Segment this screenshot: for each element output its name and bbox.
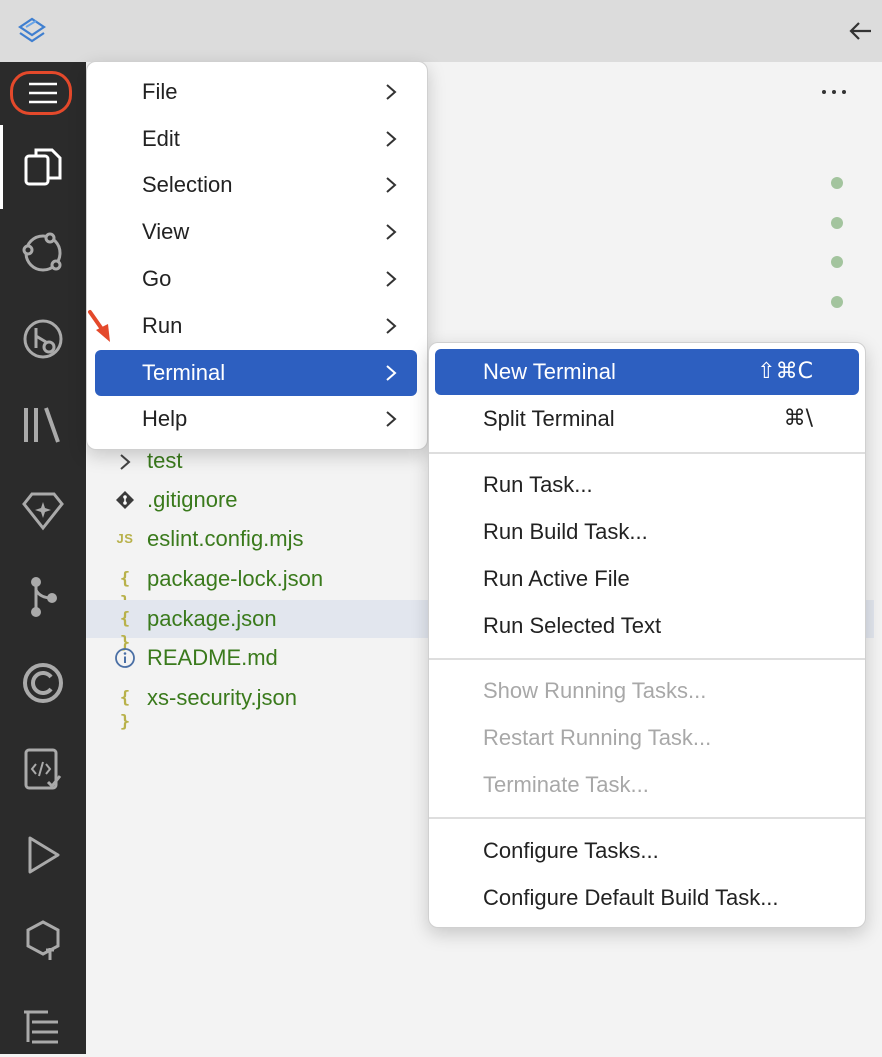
chevron-right-icon <box>120 454 131 470</box>
menu-item-configure-default-build-task[interactable]: Configure Default Build Task... <box>435 875 859 921</box>
menu-item-label: Restart Running Task... <box>483 725 712 750</box>
menu-item-label: Configure Default Build Task... <box>483 885 779 910</box>
menu-item-run-task[interactable]: Run Task... <box>435 462 859 508</box>
chevron-right-icon <box>386 131 397 147</box>
json-file-icon: { } <box>119 569 131 613</box>
red-arrow-annotation <box>88 310 110 342</box>
menu-item-label: Go <box>142 266 172 291</box>
menu-item-label: Edit <box>142 126 180 151</box>
menu-item-show-running-tasks: Show Running Tasks... <box>435 668 859 714</box>
menu-item-run-selected-text[interactable]: Run Selected Text <box>435 603 859 649</box>
menu-item-terminate-task: Terminate Task... <box>435 762 859 808</box>
menu-item-help[interactable]: Help <box>95 396 417 442</box>
file-label: xs-security.json <box>147 685 297 710</box>
menu-item-run[interactable]: Run <box>95 303 417 349</box>
js-file-icon: JS <box>116 531 134 546</box>
menu-item-label: Selection <box>142 172 233 197</box>
info-icon <box>115 648 135 668</box>
menu-item-label: New Terminal <box>483 359 616 384</box>
menu-item-selection[interactable]: Selection <box>95 162 417 208</box>
gem-icon[interactable] <box>18 486 68 536</box>
file-label: eslint.config.mjs <box>147 526 304 551</box>
chevron-right-icon <box>386 411 397 427</box>
menu-item-label: File <box>142 79 178 104</box>
title-bar <box>0 0 882 62</box>
file-label: package-lock.json <box>147 566 324 591</box>
status-dot <box>831 296 843 308</box>
chevron-right-icon <box>386 84 397 100</box>
menu-item-label: Run Active File <box>483 566 630 591</box>
active-indicator <box>0 125 3 209</box>
file-label: package.json <box>147 606 277 631</box>
activity-bar <box>0 62 86 1054</box>
menu-item-terminal[interactable]: Terminal <box>95 350 417 396</box>
menu-item-label: Run <box>142 313 183 338</box>
code-check-icon[interactable] <box>18 744 68 794</box>
status-dot <box>831 256 843 268</box>
file-label: test <box>147 448 183 473</box>
shortcut-label: ⌘\ <box>783 406 813 431</box>
menu-item-label: Run Build Task... <box>483 519 648 544</box>
menu-item-split-terminal[interactable]: Split Terminal ⌘\ <box>435 396 859 442</box>
file-label: README.md <box>147 645 278 670</box>
chevron-right-icon <box>386 365 397 381</box>
menu-item-run-build-task[interactable]: Run Build Task... <box>435 509 859 555</box>
explorer-icon[interactable] <box>18 142 68 192</box>
shortcut-label: ⇧⌘C <box>757 359 813 384</box>
main-menu: File Edit Selection View Go Run Terminal… <box>86 61 428 450</box>
source-control-icon[interactable] <box>18 228 68 278</box>
menu-item-run-active-file[interactable]: Run Active File <box>435 556 859 602</box>
json-file-icon: { } <box>119 688 131 732</box>
menu-item-go[interactable]: Go <box>95 256 417 302</box>
menu-item-restart-running-task: Restart Running Task... <box>435 715 859 761</box>
copyright-icon[interactable] <box>18 658 68 708</box>
json-file-icon: { } <box>119 609 131 653</box>
menu-item-label: Terminate Task... <box>483 772 649 797</box>
menu-item-label: Configure Tasks... <box>483 838 659 863</box>
chevron-right-icon <box>386 318 397 334</box>
chevron-right-icon <box>386 177 397 193</box>
menu-separator <box>429 452 865 454</box>
file-label: .gitignore <box>147 487 238 512</box>
menu-separator <box>429 817 865 819</box>
terminal-submenu: New Terminal ⇧⌘C Split Terminal ⌘\ Run T… <box>428 342 866 928</box>
menu-item-label: Help <box>142 406 188 431</box>
run-debug-icon[interactable] <box>18 830 68 880</box>
menu-item-new-terminal[interactable]: New Terminal ⇧⌘C <box>435 349 859 395</box>
menu-item-label: Terminal <box>142 360 226 385</box>
menu-item-label: Run Selected Text <box>483 613 662 638</box>
git-icon <box>116 491 134 509</box>
menu-item-edit[interactable]: Edit <box>95 116 417 162</box>
git-graph-icon[interactable] <box>18 572 68 622</box>
menu-item-label: View <box>142 219 190 244</box>
status-dot <box>831 217 843 229</box>
chevron-right-icon <box>386 224 397 240</box>
extensions-plug-icon[interactable] <box>18 916 68 966</box>
hamburger-menu-icon[interactable] <box>26 80 60 106</box>
more-actions-icon[interactable] <box>820 80 848 104</box>
app-logo-icon <box>18 17 46 43</box>
menu-item-file[interactable]: File <box>95 69 417 115</box>
library-icon[interactable] <box>18 400 68 450</box>
git-search-icon[interactable] <box>18 314 68 364</box>
menu-separator <box>429 658 865 660</box>
menu-item-view[interactable]: View <box>95 209 417 255</box>
menu-item-configure-tasks[interactable]: Configure Tasks... <box>435 828 859 874</box>
menu-item-label: Split Terminal <box>483 406 615 431</box>
menu-item-label: Run Task... <box>483 472 593 497</box>
status-dot <box>831 177 843 189</box>
menu-item-label: Show Running Tasks... <box>483 678 707 703</box>
back-arrow-icon[interactable] <box>846 16 876 46</box>
chevron-right-icon <box>386 271 397 287</box>
tree-outline-icon[interactable] <box>18 1002 68 1052</box>
